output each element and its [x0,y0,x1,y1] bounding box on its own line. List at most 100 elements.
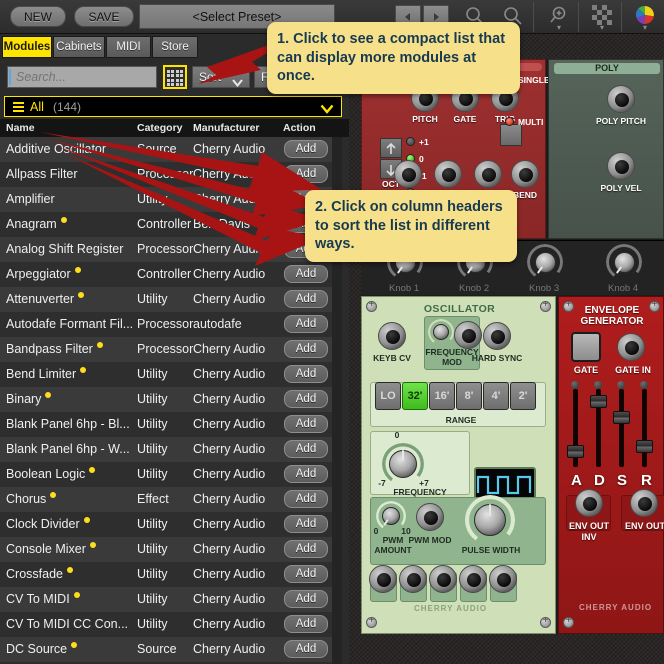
add-module-button[interactable]: Add [284,165,328,183]
tab-cabinets[interactable]: Cabinets [53,36,105,58]
table-row[interactable]: Allpass Filter Processor Cherry Audio Add [0,162,332,187]
add-module-button[interactable]: Add [284,590,328,608]
table-row[interactable]: AnagramControllerBen DavisAdd [0,212,332,237]
jack-ramp-out[interactable] [399,565,427,593]
add-module-button[interactable]: Add [284,140,328,158]
add-module-button[interactable]: Add [284,640,328,658]
table-row[interactable]: Crossfade Utility Cherry Audio Add [0,562,332,587]
table-row[interactable]: Clock Divider Utility Cherry Audio Add [0,512,332,537]
oscillator-module[interactable]: OSCILLATOR KEYB CV FREQUENCY MOD HARD SY… [361,296,556,634]
jack-sine-out[interactable] [459,565,487,593]
chevron-down-icon[interactable]: ▾ [583,24,621,32]
range-option-16[interactable]: 16' [429,382,455,410]
group-selector[interactable]: All (144) [4,96,342,117]
add-module-button[interactable]: Add [284,290,328,308]
save-button[interactable]: SAVE [74,6,134,27]
chevron-down-icon[interactable]: ▾ [540,24,578,32]
jack-pwm-mod[interactable] [416,503,444,531]
add-module-button[interactable]: Add [284,415,328,433]
column-header-category[interactable]: Category [137,121,183,135]
led-multi[interactable] [505,117,514,126]
add-module-button[interactable]: Add [284,265,328,283]
magnifier-plus-icon[interactable]: ▾ [540,2,578,32]
add-module-button[interactable]: Add [284,615,328,633]
jack-after[interactable] [434,160,462,188]
table-row[interactable]: Analog Shift Register Processor Cherry Aud… [0,237,332,262]
jack-bend[interactable] [511,160,539,188]
jack-sus[interactable] [474,160,502,188]
add-module-button[interactable]: Add [284,540,328,558]
add-module-button[interactable]: Add [284,565,328,583]
octave-up-button[interactable] [380,138,402,158]
gate-button[interactable] [571,332,601,362]
range-option-lo[interactable]: LO [375,382,401,410]
range-option-2[interactable]: 2' [510,382,536,410]
decay-slider-knob[interactable] [590,395,607,408]
checker-grid-icon[interactable]: ▾ [583,2,621,32]
add-module-button[interactable]: Add [284,315,328,333]
table-row[interactable]: Console Mixer Utility Cherry Audio Add [0,537,332,562]
jack-poly-vel[interactable] [607,152,635,180]
module-list[interactable]: Additive Oscillator Source Cherry Audio Add… [0,137,349,664]
sustain-slider-track[interactable] [619,389,624,467]
tab-store[interactable]: Store [152,36,198,58]
add-module-button[interactable]: Add [284,465,328,483]
search-input[interactable] [7,66,157,88]
chevron-down-icon[interactable] [320,101,334,119]
table-row[interactable]: Additive Oscillator Source Cherry Audio Add [0,137,332,162]
new-module-badge [61,217,67,223]
column-header-name[interactable]: Name [6,121,35,135]
add-module-button[interactable]: Add [284,490,328,508]
chevron-down-icon[interactable]: ▾ [626,24,664,32]
table-row[interactable]: Autodafe Formant Fil... Processor autodafe… [0,312,332,337]
add-module-button[interactable]: Add [284,440,328,458]
table-row[interactable]: Arpeggiator Controller Cherry Audio Add [0,262,332,287]
table-row[interactable]: DC Source Source Cherry Audio Add [0,637,332,662]
release-slider-knob[interactable] [636,440,653,453]
mode-button[interactable] [500,124,522,146]
table-row[interactable]: CV To MIDI CC Con... Utility Cherry Audio A… [0,612,332,637]
table-row[interactable]: Attenuverter Utility Cherry Audio Add [0,287,332,312]
table-row[interactable]: Bend Limiter Utility Cherry Audio Add [0,362,332,387]
table-row[interactable]: Bandpass Filter Processor Cherry Audio Add [0,337,332,362]
freq-mod-knob[interactable] [433,324,449,340]
led-octave-plus1[interactable] [406,137,415,146]
attack-slider-knob[interactable] [567,445,584,458]
column-header-manufacturer[interactable]: Manufacturer [193,121,260,135]
sustain-slider-knob[interactable] [613,411,630,424]
table-row[interactable]: Boolean Logic Utility Cherry Audio Add [0,462,332,487]
jack-vel[interactable] [394,160,422,188]
jack-hard-sync[interactable] [483,322,511,350]
table-row[interactable]: Blank Panel 6hp - Bl... Utility Cherry Aud… [0,412,332,437]
table-row[interactable]: Blank Panel 6hp - W... Utility Cherry Audi… [0,437,332,462]
jack-env-out-inv[interactable] [575,489,603,517]
new-button[interactable]: NEW [10,6,66,27]
add-module-button[interactable]: Add [284,515,328,533]
range-option-32[interactable]: 32' [402,382,428,410]
jack-gate-in[interactable] [617,333,645,361]
color-wheel-icon[interactable]: ▾ [626,2,664,32]
add-module-button[interactable]: Add [284,390,328,408]
range-option-8[interactable]: 8' [456,382,482,410]
envelope-generator-module[interactable]: ENVELOPE GENERATOR GATE GATE IN A D S R [558,296,664,634]
table-row[interactable]: Chorus Effect Cherry Audio Add [0,487,332,512]
table-row[interactable]: Binary Utility Cherry Audio Add [0,387,332,412]
table-row[interactable]: AmplifierUtilityCherry AudioAdd [0,187,332,212]
jack-poly-pitch[interactable] [607,85,635,113]
jack-keyb-cv[interactable] [378,322,406,350]
jack-triangle-out[interactable] [489,565,517,593]
poly-module[interactable]: POLY POLY PITCH POLY VEL [548,59,664,239]
jack-square-out[interactable] [429,565,457,593]
jack-frequency-mod[interactable] [454,321,482,349]
jack-saw-out[interactable] [369,565,397,593]
tab-midi[interactable]: MIDI [106,36,151,58]
grid-view-icon[interactable] [163,65,187,89]
tab-modules[interactable]: Modules [2,36,52,58]
add-module-button[interactable]: Add [284,340,328,358]
table-row[interactable]: CV To MIDI Utility Cherry Audio Add [0,587,332,612]
add-module-button[interactable]: Add [284,365,328,383]
range-option-4[interactable]: 4' [483,382,509,410]
jack-env-out[interactable] [630,489,658,517]
sort-button[interactable]: Sort [192,66,250,88]
release-slider-track[interactable] [642,389,647,467]
